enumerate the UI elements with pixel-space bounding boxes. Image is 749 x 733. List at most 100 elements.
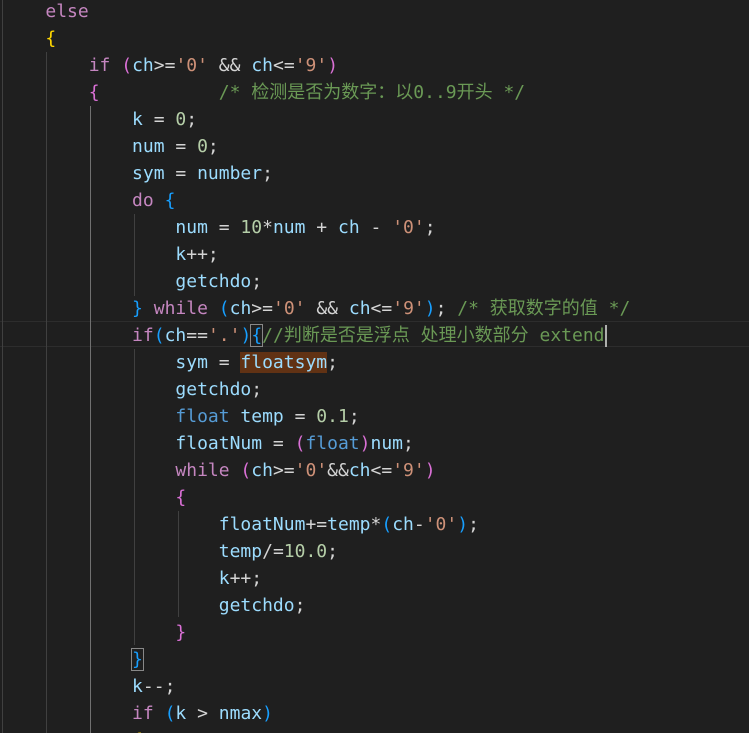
code-line[interactable]: float temp = 0.1; [2,403,359,430]
code-token: ch [164,325,187,346]
code-token: getchdo [175,379,252,400]
code-token: 0.1 [316,406,349,427]
code-token: getchdo [175,271,252,292]
code-line[interactable]: if (k > nmax) [2,700,273,727]
code-token: == [186,325,208,346]
code-line[interactable]: k--; [2,673,175,700]
code-token: '9' [392,460,425,481]
code-token: >= [251,298,273,319]
code-line[interactable]: do { [2,187,175,214]
code-line[interactable]: floatNum = (float)num; [2,430,413,457]
code-token: ; [186,109,198,130]
code-token: <= [273,55,295,76]
code-line[interactable]: sym = number; [2,160,273,187]
code-token: ch [348,298,371,319]
code-token: k [175,703,187,724]
code-line[interactable]: } [2,646,144,673]
code-token: do [132,190,154,211]
code-line[interactable]: num = 10*num + ch - '0'; [2,214,436,241]
code-line[interactable]: k = 0; [2,106,197,133]
code-token: nmax [218,703,263,724]
code-token: temp [327,514,371,535]
code-token: ) [262,703,273,724]
code-line[interactable]: num = 0; [2,133,219,160]
code-token: ++; [186,244,219,265]
code-token: * [262,217,273,238]
code-line[interactable]: if (ch>='0' && ch<='9') [2,52,338,79]
code-line[interactable]: getchdo; [2,376,262,403]
code-token: 10 [240,217,263,238]
code-token: k [132,109,143,130]
code-token: '.' [207,325,241,346]
code-token: while [175,460,230,481]
code-line[interactable]: { [2,484,186,511]
code-token: ; [327,541,338,562]
code-token: = [283,406,317,427]
code-line[interactable]: sym = floatsym; [2,349,338,376]
code-line[interactable]: if(ch=='.'){//判断是否是浮点 处理小数部分 extend [2,322,607,349]
code-token: ( [294,433,306,454]
code-token: ( [240,460,252,481]
code-token: '9' [294,55,328,76]
code-token: 0 [197,136,208,157]
code-line[interactable]: else [2,0,88,25]
code-token: = [164,136,198,157]
code-token: ) [240,325,252,346]
code-token: ) [424,460,436,481]
code-line[interactable]: getchdo; [2,268,262,295]
code-token: ; [294,595,306,616]
code-token: ch [132,55,154,76]
code-line[interactable]: getchdo; [2,592,306,619]
code-token: --; [142,676,176,697]
code-token: = [207,352,241,373]
code-token: ( [381,514,393,535]
code-token: ; [251,379,263,400]
code-token: ; [468,514,479,535]
code-line[interactable]: { /* 检测是否为数字：以0..9开头 */ [2,79,525,106]
code-token: ch [337,217,360,238]
code-token: num [175,217,208,238]
code-line[interactable]: floatNum+=temp*(ch-'0'); [2,511,479,538]
code-token: /* 检测是否为数字：以0..9开头 */ [218,82,526,103]
code-token: ; [424,217,436,238]
code-line[interactable]: { [2,25,56,52]
code-line[interactable]: } [2,619,186,646]
code-token: num [370,433,403,454]
code-token: <= [370,298,393,319]
code-token: ++; [229,568,263,589]
code-line[interactable]: while (ch>='0'&&ch<='9') [2,457,436,484]
code-token: num [132,136,165,157]
code-token: ( [164,703,176,724]
code-token: ; [327,352,338,373]
code-token: /* 获取数字的值 */ [457,298,631,319]
code-line[interactable]: k++; [2,241,219,268]
code-token: sym [175,352,208,373]
code-line[interactable]: k++; [2,565,262,592]
code-token: { [45,28,57,49]
code-token: floatNum [218,514,306,535]
code-line[interactable]: { [2,727,143,733]
code-editor[interactable]: else { if (ch>='0' && ch<='9') { /* 检测是否… [0,0,749,733]
code-line[interactable]: temp/=10.0; [2,538,338,565]
code-token: ) [457,514,469,535]
code-token: - [359,217,393,238]
code-token: > [186,703,219,724]
code-token: += [305,514,328,535]
code-token: && [327,460,349,481]
code-token: float [305,433,360,454]
code-line[interactable]: } while (ch>='0' && ch<='9'); /* 获取数字的值 … [2,295,630,322]
code-token: ch [251,55,274,76]
code-token: temp [240,406,284,427]
